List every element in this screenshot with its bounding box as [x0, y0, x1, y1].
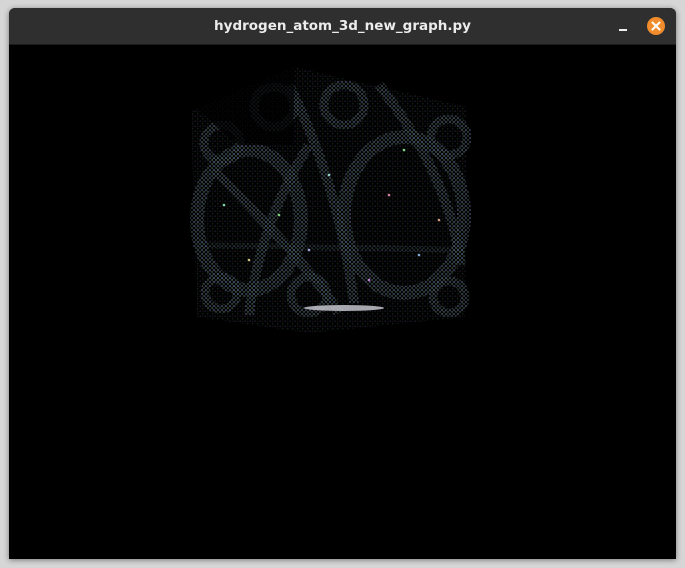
close-icon: [651, 21, 661, 31]
window-title: hydrogen_atom_3d_new_graph.py: [214, 18, 471, 34]
orbital-point-cloud: [190, 67, 472, 333]
minimize-icon: [619, 29, 627, 31]
title-bar[interactable]: hydrogen_atom_3d_new_graph.py: [9, 8, 676, 45]
floor-highlight: [304, 305, 384, 311]
app-window: hydrogen_atom_3d_new_graph.py: [9, 8, 676, 559]
minimize-button[interactable]: [613, 16, 633, 36]
close-button[interactable]: [647, 17, 665, 35]
plot-canvas[interactable]: [9, 45, 676, 559]
